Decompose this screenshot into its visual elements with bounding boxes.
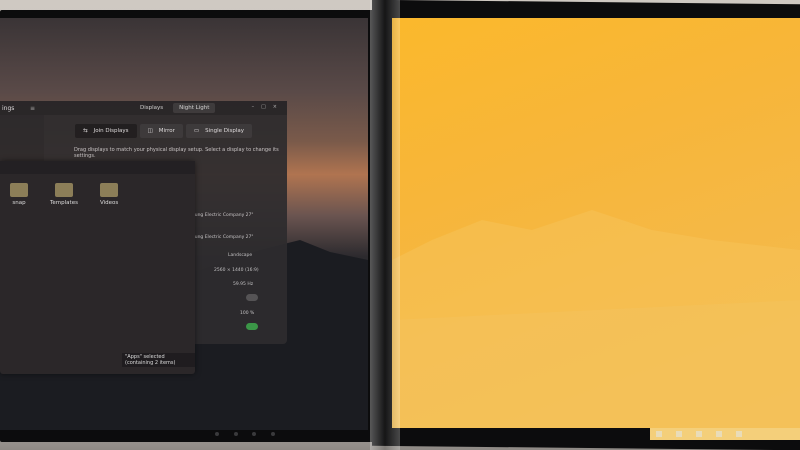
folder-item[interactable]: Videos xyxy=(100,183,118,206)
files-toolbar xyxy=(0,161,195,174)
arrange-hint: Drag displays to match your physical dis… xyxy=(74,147,279,159)
taskbar-icon[interactable] xyxy=(656,431,662,437)
primary-display-select[interactable]: msung Electric Company 27" xyxy=(188,213,253,218)
folder-icon xyxy=(54,183,73,197)
single-display-icon: ▭ xyxy=(193,128,200,134)
monitor-buttons xyxy=(215,432,275,436)
refresh-rate-select[interactable]: 59.95 Hz xyxy=(233,282,253,287)
folder-name: Videos xyxy=(99,200,119,206)
selection-status: "Apps" selected (containing 2 items) xyxy=(122,353,195,367)
folder-grid: snap Templates Videos xyxy=(10,183,118,206)
monitor-button[interactable] xyxy=(233,432,238,436)
close-icon[interactable]: × xyxy=(273,104,277,110)
right-taskbar xyxy=(650,428,800,440)
join-displays-button[interactable]: ⇆ Join Displays xyxy=(75,124,137,138)
display-mode-buttons: ⇆ Join Displays ◫ Mirror ▭ Single Displa… xyxy=(75,124,253,138)
hill-silhouette xyxy=(392,210,800,428)
adaptive-sync-toggle[interactable] xyxy=(246,294,258,301)
folder-name: snap xyxy=(12,200,26,206)
scale-select[interactable]: 100 % xyxy=(240,311,254,316)
display-tabs: Displays Night Light xyxy=(134,103,216,113)
folder-item[interactable]: Templates xyxy=(50,183,78,206)
tab-displays[interactable]: Displays xyxy=(134,103,169,113)
hamburger-icon[interactable]: ≡ xyxy=(30,105,35,112)
taskbar-icon[interactable] xyxy=(716,431,722,437)
video-folder-icon xyxy=(100,183,119,197)
minimize-icon[interactable]: – xyxy=(252,104,255,110)
display-name-label: msung Electric Company 27" xyxy=(188,235,254,240)
mirror-label: Mirror xyxy=(158,128,175,134)
left-monitor-screen: ings ≡ Displays Night Light – □ × unts ⇆ xyxy=(0,18,368,430)
monitor-button[interactable] xyxy=(270,432,275,436)
join-displays-label: Join Displays xyxy=(93,128,129,134)
single-display-button[interactable]: ▭ Single Display xyxy=(185,124,253,138)
tab-night-light[interactable]: Night Light xyxy=(173,103,216,113)
settings-app-title: ings xyxy=(2,104,15,112)
settings-titlebar: ings ≡ Displays Night Light – □ × xyxy=(0,101,287,115)
taskbar-icon[interactable] xyxy=(676,431,682,437)
fractional-scaling-toggle[interactable] xyxy=(246,323,258,330)
protective-plastic-wrap xyxy=(370,0,400,450)
resolution-select[interactable]: 2560 × 1440 (16:9) xyxy=(214,268,259,273)
monitor-button[interactable] xyxy=(252,432,257,436)
taskbar-icon[interactable] xyxy=(696,431,702,437)
single-display-label: Single Display xyxy=(205,128,245,134)
folder-icon xyxy=(10,183,28,197)
mirror-icon: ◫ xyxy=(147,128,153,134)
orientation-select[interactable]: Landscape xyxy=(228,253,252,258)
mirror-button[interactable]: ◫ Mirror xyxy=(139,124,183,138)
files-window: snap Templates Videos "Apps" selected (c… xyxy=(0,161,195,374)
taskbar-icon[interactable] xyxy=(736,431,742,437)
monitor-button[interactable] xyxy=(215,432,219,436)
join-displays-icon: ⇆ xyxy=(83,128,88,134)
left-monitor: ings ≡ Displays Night Light – □ × unts ⇆ xyxy=(0,10,378,442)
folder-name: Templates xyxy=(50,200,78,206)
window-controls: – □ × xyxy=(252,104,277,110)
maximize-icon[interactable]: □ xyxy=(261,104,266,110)
folder-item[interactable]: snap xyxy=(10,183,28,206)
